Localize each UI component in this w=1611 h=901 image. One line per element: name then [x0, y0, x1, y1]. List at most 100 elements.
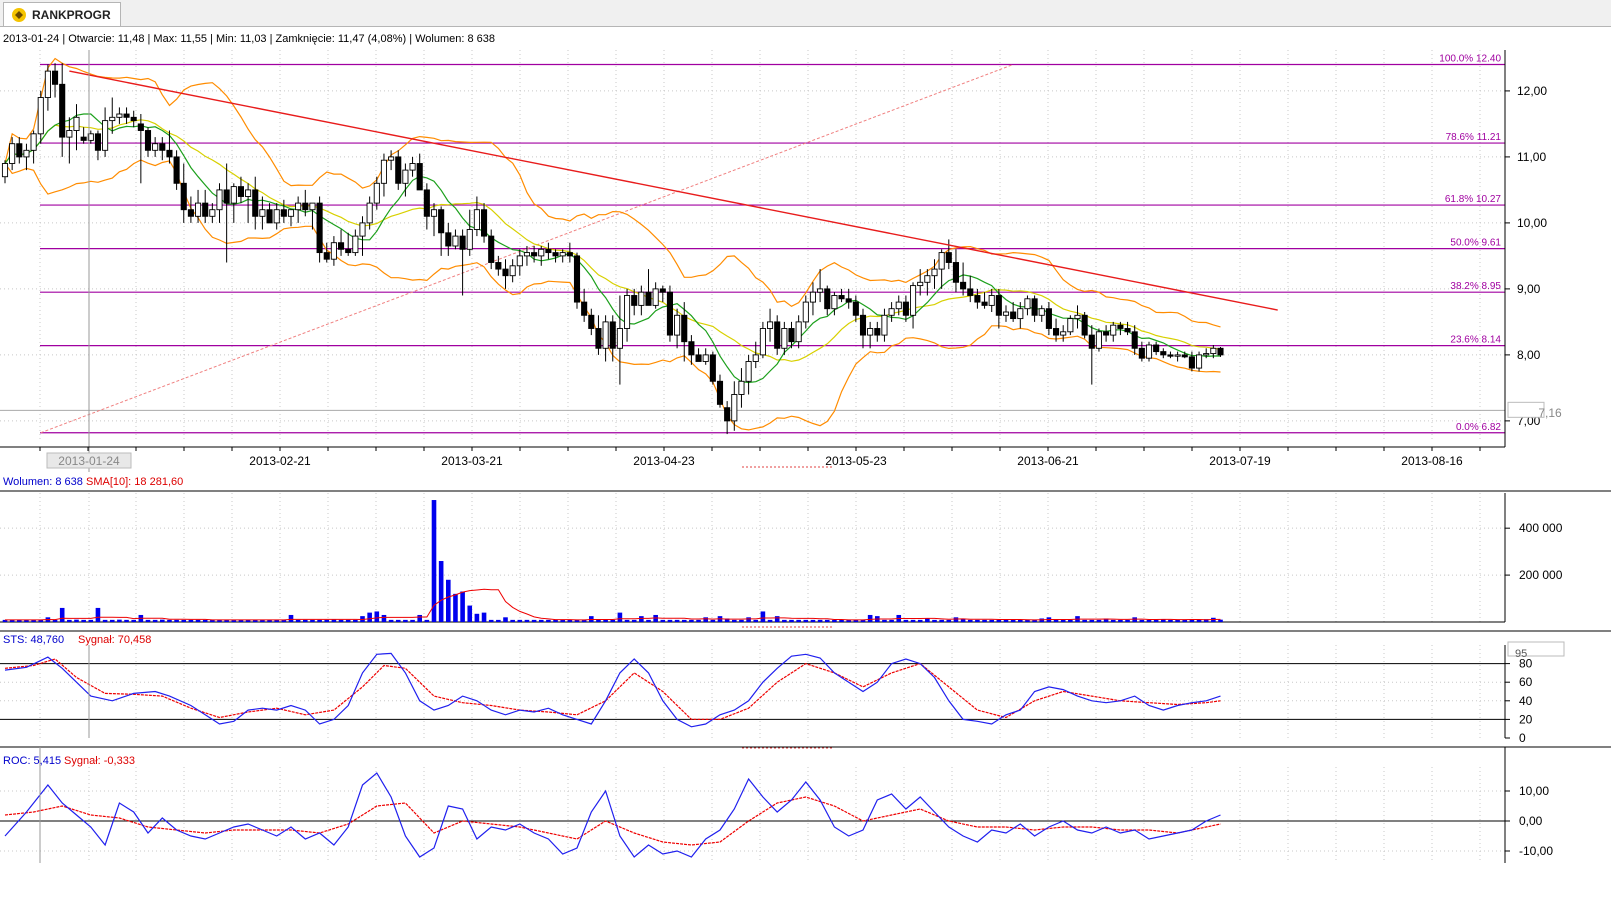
sts-line: [4, 652, 1221, 728]
candle-body: [309, 202, 316, 211]
candle-body: [874, 328, 881, 336]
volume-bar: [288, 614, 294, 622]
fib-level-label: 23.6% 8.14: [1450, 335, 1501, 346]
candle-body: [430, 209, 438, 217]
candle-body: [1088, 334, 1095, 349]
bollinger-upper-line: [4, 57, 1221, 328]
time-axis-label: 2013-06-21: [1017, 454, 1079, 468]
volume-panel[interactable]: 400 000 200 000: [0, 490, 1611, 628]
sma-label: SMA[10]: 18 281,60: [86, 476, 183, 488]
volume-bar: [52, 619, 58, 622]
fib-level-label: 78.6% 11.21: [1446, 132, 1502, 143]
sts-signal-label: Sygnał: 70,458: [78, 634, 151, 646]
volume-bar: [381, 614, 387, 622]
candle-body: [266, 209, 273, 224]
volume-bar: [488, 619, 494, 622]
volume-bar: [903, 619, 909, 622]
candle-body: [152, 143, 159, 151]
volume-bar: [496, 619, 501, 622]
candle-body: [237, 186, 245, 197]
volume-bar: [782, 619, 787, 622]
volume-bar: [596, 619, 601, 622]
candle-body: [223, 189, 230, 204]
volume-bar: [538, 619, 544, 622]
candle-body: [917, 281, 924, 287]
candle-body: [795, 321, 802, 343]
volume-bar: [1010, 619, 1016, 622]
time-axis-label: 2013-07-19: [1209, 454, 1271, 468]
logo-icon: [12, 7, 26, 22]
sts-panel[interactable]: 806040200: [0, 630, 1611, 749]
candle-body: [738, 380, 745, 395]
volume-bar: [989, 619, 994, 622]
time-axis-label: 2013-02-21: [249, 454, 311, 468]
candle-body: [423, 189, 430, 217]
volume-bar: [796, 619, 801, 622]
volume-bar: [1018, 619, 1023, 622]
candle-body: [1, 163, 9, 178]
candle-body: [1017, 308, 1024, 320]
candle-body: [745, 361, 752, 382]
candle-body: [102, 120, 109, 151]
candle-body: [974, 295, 981, 303]
roc-panel[interactable]: 10,00 0,00 -10,00: [0, 746, 1611, 863]
candle-body: [380, 159, 388, 184]
roc-axis-label: 0,00: [1519, 814, 1543, 828]
candle-body: [330, 242, 337, 260]
volume-bar: [546, 619, 551, 622]
chart-canvas: 2013-01-24 | Otwarcie: 11,48 | Max: 11,5…: [0, 33, 1611, 863]
volume-bar: [967, 619, 973, 622]
volume-bar: [331, 619, 337, 622]
volume-bar: [345, 619, 351, 622]
current-price-label: 7,16: [1538, 406, 1562, 420]
candle-body: [659, 288, 666, 293]
volume-bar: [1003, 619, 1009, 622]
volume-bar: [460, 591, 465, 622]
candle-body: [438, 209, 445, 234]
candle-body: [94, 133, 101, 151]
candle-body: [73, 116, 80, 131]
volume-bar: [1153, 619, 1159, 622]
volume-bar: [1175, 619, 1180, 622]
sts-label: STS: 48,760: [3, 634, 64, 646]
candle-body: [852, 301, 859, 316]
candle-body: [245, 189, 252, 197]
candle-body: [488, 235, 495, 263]
candle-body: [609, 321, 616, 349]
candle-body: [345, 248, 352, 254]
candle-body: [473, 209, 480, 230]
tab-label: RANKPROGR: [32, 7, 111, 22]
candle-body: [631, 295, 638, 306]
volume-bar: [67, 619, 72, 622]
volume-bar: [317, 619, 322, 622]
candle-body: [1010, 311, 1017, 320]
sts-signal-line: [4, 658, 1221, 721]
candle-body: [552, 252, 559, 257]
time-axis-label: 2013-08-16: [1401, 454, 1463, 468]
roc-axis-label: -10,00: [1519, 844, 1553, 858]
price-panel[interactable]: 100.0% 12.40 78.6% 11.21 61.8% 10.27 50.0% …: [0, 50, 1547, 472]
sts-axis-label: 0: [1519, 731, 1526, 745]
candle-body: [824, 288, 831, 310]
candle-body: [359, 222, 366, 237]
volume-bar: [403, 619, 408, 622]
volume-bar: [982, 619, 987, 622]
candle-body: [967, 288, 974, 296]
candle-body: [481, 209, 488, 237]
instrument-tab[interactable]: RANKPROGR: [3, 2, 121, 26]
volume-bar: [417, 614, 422, 622]
time-axis-label: 2013-05-23: [825, 454, 887, 468]
roc-line: [4, 772, 1221, 858]
candle-body: [1131, 331, 1138, 349]
volume-bar: [1060, 619, 1066, 622]
candle-body: [523, 252, 530, 257]
volume-axis-label: 400 000: [1519, 521, 1563, 535]
candle-body: [1174, 354, 1181, 357]
volume-bar: [109, 619, 115, 622]
candle-body: [895, 301, 902, 310]
sts-axis-label: 60: [1519, 675, 1533, 689]
candle-body: [1060, 331, 1067, 336]
candle-body: [566, 252, 573, 257]
candle-body: [1124, 328, 1131, 333]
volume-bar: [925, 618, 930, 622]
